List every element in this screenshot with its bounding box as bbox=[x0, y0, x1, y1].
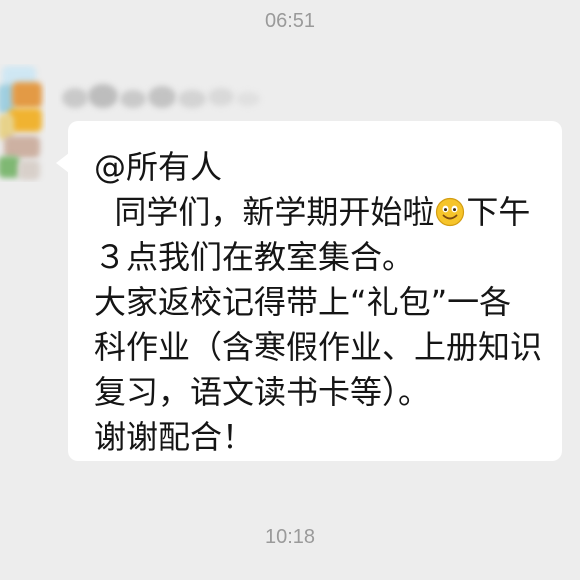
message-line: 大家返校记得带上“礼包”一各科作业（含寒假作业、上册知识复习，语文读书卡等）。 bbox=[94, 283, 543, 411]
sender-name bbox=[58, 78, 266, 114]
smiley-face-icon bbox=[436, 197, 465, 227]
message-timestamp: 10:18 bbox=[264, 526, 316, 548]
message-text: @所有人 同学们，新学期开始啦 下午３点我们在教室集合。 大家返校记得带上“礼包”… bbox=[94, 145, 542, 460]
message-bubble[interactable]: @所有人 同学们，新学期开始啦 下午３点我们在教室集合。 大家返校记得带上“礼包”… bbox=[56, 121, 562, 461]
message-line: 同学们，新学期开始啦 bbox=[94, 193, 435, 231]
message-line: 谢谢配合！ bbox=[94, 418, 255, 456]
message-timestamp: 06:51 bbox=[264, 10, 316, 32]
mention-all[interactable]: @所有人 bbox=[94, 148, 222, 186]
chat-view: 06:51 @所有人 同学们，新学期开始啦 下午３点我们在教室集合。 大家返校记得… bbox=[0, 0, 580, 580]
sender-avatar[interactable] bbox=[0, 64, 46, 182]
